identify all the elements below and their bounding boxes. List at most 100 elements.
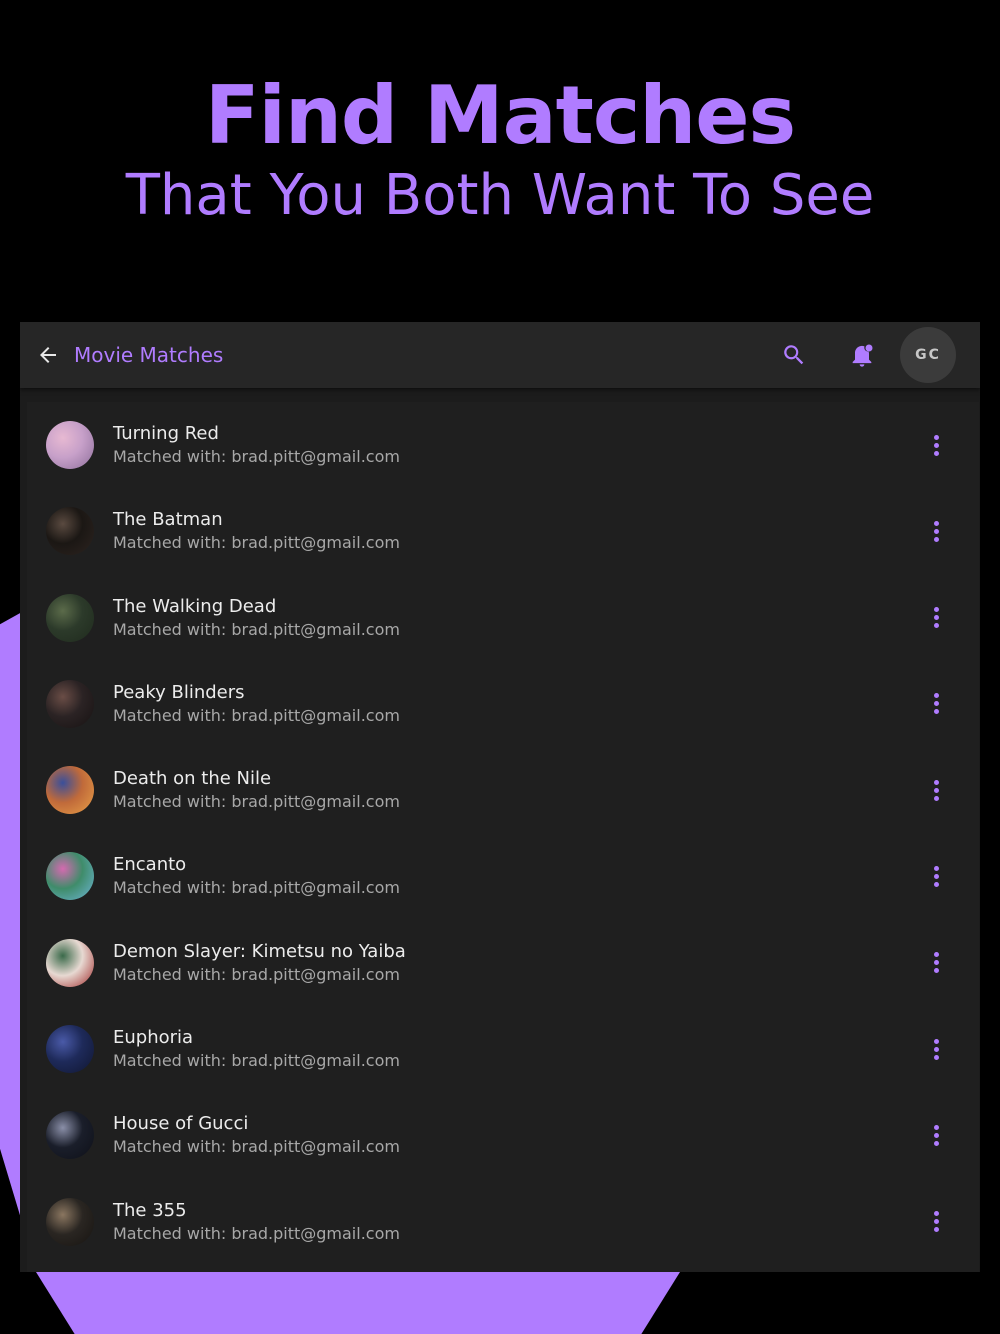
decorative-shape-bottom	[36, 1272, 680, 1334]
poster-thumbnail	[46, 679, 94, 728]
more-options-button[interactable]	[921, 430, 951, 460]
match-subtitle: Matched with: brad.pitt@gmail.com	[113, 1223, 400, 1243]
more-vert-icon	[933, 1211, 939, 1217]
app-window: Movie Matches GC Turning Red Matched with…	[20, 322, 980, 1272]
more-vert-icon	[933, 434, 939, 440]
more-options-button[interactable]	[921, 948, 951, 978]
more-options-button[interactable]	[921, 1207, 951, 1237]
match-subtitle: Matched with: brad.pitt@gmail.com	[113, 1137, 400, 1157]
match-subtitle: Matched with: brad.pitt@gmail.com	[113, 533, 400, 553]
more-vert-icon	[933, 607, 939, 613]
app-bar: Movie Matches GC	[20, 322, 980, 388]
more-options-button[interactable]	[921, 689, 951, 719]
more-vert-icon	[933, 1124, 939, 1130]
more-vert-icon	[933, 795, 939, 801]
more-vert-icon	[933, 952, 939, 958]
list-item-text: The Walking Dead Matched with: brad.pitt@…	[113, 595, 400, 641]
list-item-text: Demon Slayer: Kimetsu no Yaiba Matched wi…	[113, 940, 406, 986]
match-title: Demon Slayer: Kimetsu no Yaiba	[113, 940, 406, 962]
more-options-button[interactable]	[921, 861, 951, 891]
list-item[interactable]: Demon Slayer: Kimetsu no Yaiba Matched wi…	[27, 920, 979, 1006]
list-item[interactable]: Turning Red Matched with: brad.pitt@gmail…	[27, 402, 979, 488]
search-button[interactable]	[766, 327, 822, 383]
poster-thumbnail	[46, 938, 94, 987]
list-item[interactable]: The Walking Dead Matched with: brad.pitt@…	[27, 575, 979, 661]
more-vert-icon	[933, 881, 939, 887]
decorative-shape-left	[0, 612, 22, 1222]
match-subtitle: Matched with: brad.pitt@gmail.com	[113, 964, 400, 984]
more-vert-icon	[933, 1140, 939, 1146]
more-vert-icon	[933, 1219, 939, 1225]
hero-subtitle: That You Both Want To See	[125, 163, 875, 228]
poster-thumbnail	[46, 593, 94, 642]
more-vert-icon	[933, 1038, 939, 1044]
more-vert-icon	[933, 442, 939, 448]
list-item[interactable]: The Batman Matched with: brad.pitt@gmail.…	[27, 488, 979, 574]
poster-thumbnail	[46, 766, 94, 815]
hero-title: Find Matches	[204, 69, 796, 162]
list-item[interactable]: Euphoria Matched with: brad.pitt@gmail.co…	[27, 1006, 979, 1092]
more-options-button[interactable]	[921, 516, 951, 546]
list-item-text: Peaky Blinders Matched with: brad.pitt@gm…	[113, 681, 400, 727]
more-vert-icon	[933, 450, 939, 456]
list-item-text: Turning Red Matched with: brad.pitt@gmail…	[113, 422, 400, 468]
more-vert-icon	[933, 701, 939, 707]
match-title: The Batman	[113, 509, 223, 531]
more-vert-icon	[933, 615, 939, 621]
more-vert-icon	[933, 520, 939, 526]
notifications-button[interactable]	[834, 327, 890, 383]
match-subtitle: Matched with: brad.pitt@gmail.com	[113, 1051, 400, 1071]
more-vert-icon	[933, 1227, 939, 1233]
match-title: The Walking Dead	[113, 595, 277, 617]
more-vert-icon	[933, 960, 939, 966]
poster-thumbnail	[46, 507, 94, 556]
account-avatar[interactable]: GC	[900, 327, 956, 383]
match-title: House of Gucci	[113, 1113, 249, 1135]
list-item[interactable]: House of Gucci Matched with: brad.pitt@gm…	[27, 1092, 979, 1178]
match-title: Turning Red	[113, 423, 219, 444]
list-item-text: Death on the Nile Matched with: brad.pitt…	[113, 767, 400, 813]
list-item-text: The 355 Matched with: brad.pitt@gmail.com	[113, 1199, 400, 1245]
list-item-text: Euphoria Matched with: brad.pitt@gmail.co…	[113, 1026, 400, 1072]
page-title: Movie Matches	[74, 343, 224, 367]
search-icon	[784, 345, 804, 365]
more-vert-icon	[933, 779, 939, 785]
list-item[interactable]: Death on the Nile Matched with: brad.pitt…	[27, 747, 979, 833]
more-options-button[interactable]	[921, 603, 951, 633]
back-button[interactable]	[22, 322, 74, 388]
poster-thumbnail	[46, 421, 94, 469]
more-vert-icon	[933, 968, 939, 974]
more-vert-icon	[933, 873, 939, 879]
match-title: Death on the Nile	[113, 768, 272, 790]
more-vert-icon	[933, 787, 939, 793]
list-item[interactable]: Peaky Blinders Matched with: brad.pitt@gm…	[27, 661, 979, 747]
more-options-button[interactable]	[921, 1120, 951, 1150]
list-item-text: House of Gucci Matched with: brad.pitt@gm…	[113, 1112, 400, 1158]
more-vert-icon	[933, 528, 939, 534]
poster-thumbnail	[46, 1111, 94, 1160]
poster-thumbnail	[46, 852, 94, 901]
more-vert-icon	[933, 865, 939, 871]
notification-bell-icon	[852, 344, 873, 367]
more-options-button[interactable]	[921, 1034, 951, 1064]
hero-header: Find Matches That You Both Want To See	[0, 72, 1000, 232]
poster-thumbnail	[46, 1025, 94, 1074]
list-item-text: The Batman Matched with: brad.pitt@gmail.…	[113, 508, 400, 554]
match-subtitle: Matched with: brad.pitt@gmail.com	[113, 447, 400, 466]
list-item-text: Encanto Matched with: brad.pitt@gmail.com	[113, 853, 400, 899]
more-vert-icon	[933, 693, 939, 699]
arrow-left-icon	[40, 347, 56, 363]
match-subtitle: Matched with: brad.pitt@gmail.com	[113, 619, 400, 639]
match-subtitle: Matched with: brad.pitt@gmail.com	[113, 792, 400, 812]
more-vert-icon	[933, 1046, 939, 1052]
match-title: Encanto	[113, 854, 187, 876]
match-title: The 355	[113, 1199, 187, 1221]
list-item[interactable]: The 355 Matched with: brad.pitt@gmail.com	[27, 1179, 979, 1265]
more-vert-icon	[933, 623, 939, 629]
more-options-button[interactable]	[921, 775, 951, 805]
more-vert-icon	[933, 1132, 939, 1138]
more-vert-icon	[933, 536, 939, 542]
list-item[interactable]: Encanto Matched with: brad.pitt@gmail.com	[27, 833, 979, 919]
poster-thumbnail	[46, 1197, 94, 1246]
match-title: Euphoria	[113, 1027, 194, 1049]
